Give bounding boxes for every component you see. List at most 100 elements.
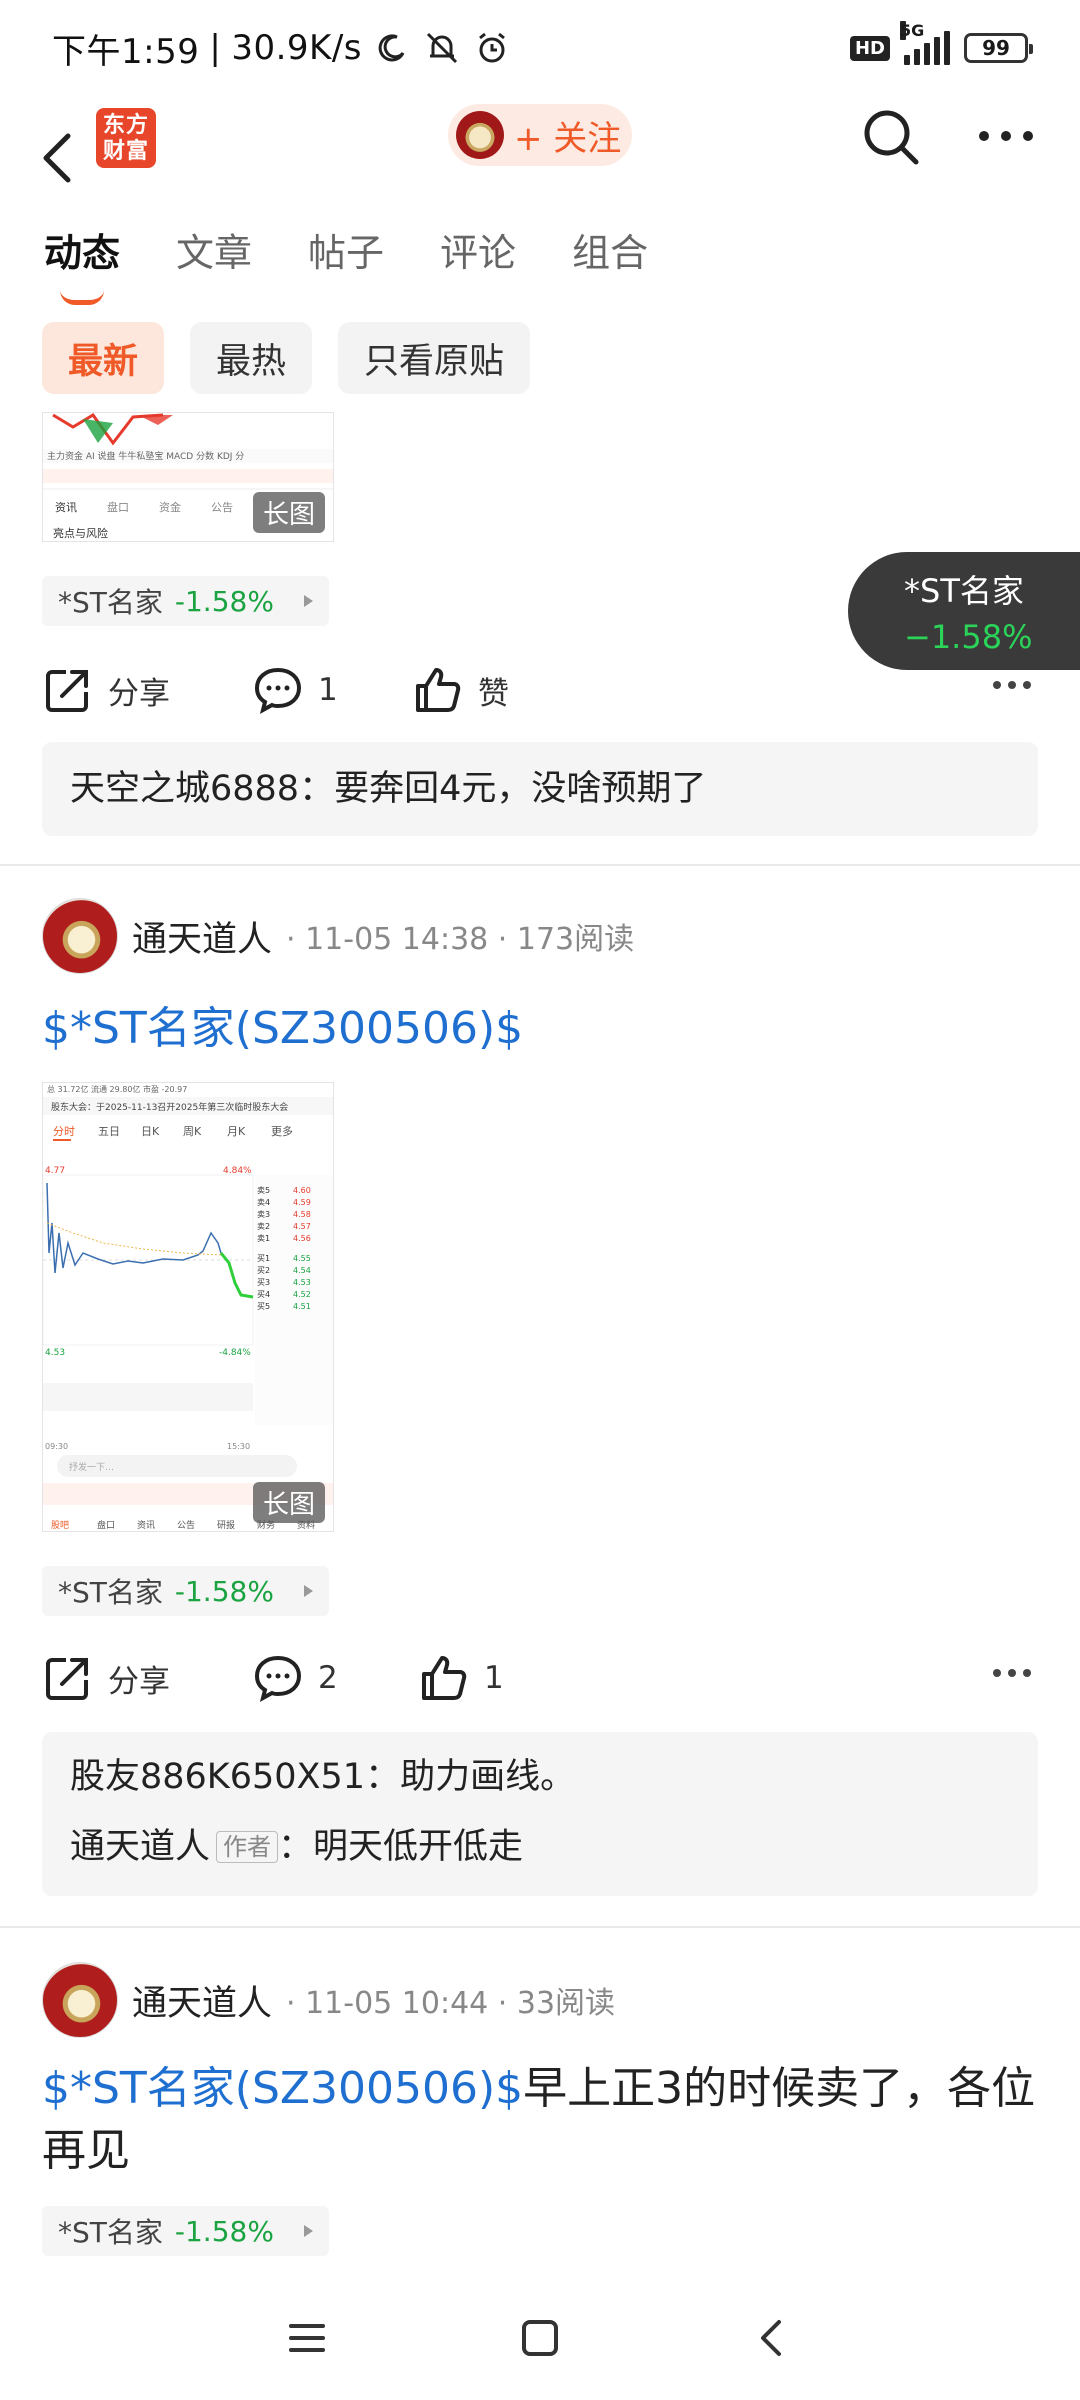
filter-hottest[interactable]: 最热 bbox=[190, 322, 313, 394]
post-more-icon[interactable] bbox=[992, 678, 1032, 692]
svg-text:周K: 周K bbox=[183, 1125, 202, 1138]
divider bbox=[0, 1926, 1080, 1928]
author-badge: 作者 bbox=[216, 1831, 279, 1863]
svg-text:卖3: 卖3 bbox=[257, 1210, 270, 1219]
tab-dynamic[interactable]: 动态 bbox=[44, 222, 120, 305]
like-icon bbox=[416, 668, 461, 712]
comment-user[interactable]: 通天道人 bbox=[70, 1812, 210, 1882]
svg-text:盘口: 盘口 bbox=[107, 500, 129, 514]
svg-text:-4.84%: -4.84% bbox=[219, 1348, 251, 1358]
svg-text:亮点与风险: 亮点与风险 bbox=[53, 526, 108, 540]
avatar[interactable] bbox=[42, 898, 118, 974]
post2-comments[interactable]: 股友886K650X51： 助力画线。 通天道人 作者： 明天低开低走 bbox=[42, 1732, 1038, 1896]
app-logo[interactable]: 东方 财富 bbox=[96, 108, 156, 168]
comment-text: 要奔回4元，没啥预期了 bbox=[334, 769, 707, 809]
network-speed: 30.9K/s bbox=[231, 28, 362, 68]
svg-text:买2: 买2 bbox=[257, 1266, 270, 1275]
svg-text:公告: 公告 bbox=[211, 501, 233, 514]
back-icon[interactable] bbox=[38, 130, 78, 186]
author-name[interactable]: 通天道人 bbox=[132, 911, 272, 962]
svg-text:4.56: 4.56 bbox=[293, 1234, 311, 1243]
filter-latest[interactable]: 最新 bbox=[42, 322, 165, 394]
tab-portfolio[interactable]: 组合 bbox=[572, 222, 648, 277]
svg-text:资讯: 资讯 bbox=[55, 501, 77, 514]
status-right: HD 5G 99 bbox=[849, 21, 1033, 65]
battery-icon: 99 bbox=[964, 33, 1033, 63]
stock-tag[interactable]: *ST名家 -1.58% bbox=[42, 1566, 329, 1616]
tab-comments[interactable]: 评论 bbox=[440, 222, 516, 277]
author-name[interactable]: 通天道人 bbox=[132, 1975, 272, 2026]
post2-header: 通天道人 · 11-05 14:38 · 173阅读 bbox=[42, 898, 634, 974]
post1-actions: 分享 1 赞 bbox=[42, 660, 1042, 720]
like-button[interactable]: 1 bbox=[418, 1652, 504, 1704]
svg-text:09:30: 09:30 bbox=[45, 1442, 68, 1451]
tab-articles[interactable]: 文章 bbox=[176, 222, 252, 277]
svg-text:研报: 研报 bbox=[217, 1519, 235, 1531]
share-button[interactable]: 分享 bbox=[42, 1652, 252, 1704]
svg-text:资金: 资金 bbox=[159, 500, 181, 514]
svg-text:4.53: 4.53 bbox=[293, 1278, 311, 1287]
comment-user[interactable]: 天空之城6888 bbox=[70, 754, 299, 824]
long-image-tag: 长图 bbox=[252, 1482, 325, 1523]
comment-button[interactable]: 1 bbox=[252, 664, 412, 716]
signal-icon: 5G bbox=[900, 21, 950, 65]
more-icon[interactable] bbox=[978, 126, 1034, 146]
post2-image[interactable]: 总 31.72亿 流通 29.80亿 市盈 -20.97 股东大会：于2025-… bbox=[42, 1082, 334, 1532]
comment-text: 明天低开低走 bbox=[313, 1827, 524, 1867]
divider bbox=[0, 864, 1080, 866]
stock-tag[interactable]: *ST名家 -1.58% bbox=[42, 2206, 329, 2256]
post1-comments[interactable]: 天空之城6888： 要奔回4元，没啥预期了 bbox=[42, 742, 1038, 836]
svg-text:卖1: 卖1 bbox=[257, 1234, 270, 1243]
stock-link[interactable]: $*ST名家(SZ300506)$ bbox=[42, 1003, 523, 1054]
profile-tabs: 动态 文章 帖子 评论 组合 bbox=[44, 222, 648, 305]
svg-text:更多: 更多 bbox=[271, 1124, 293, 1138]
stock-link[interactable]: $*ST名家(SZ300506)$ bbox=[42, 2063, 523, 2114]
share-icon bbox=[46, 1658, 88, 1700]
post2-title[interactable]: $*ST名家(SZ300506)$ bbox=[42, 998, 523, 1060]
app-header: 东方 财富 + 关注 bbox=[0, 96, 1080, 216]
menu-icon[interactable] bbox=[283, 2314, 331, 2362]
svg-text:卖5: 卖5 bbox=[257, 1186, 270, 1195]
svg-text:盘口: 盘口 bbox=[97, 1519, 115, 1531]
post1-image[interactable]: 主力资金 AI 说盘 牛牛私塾宝 MACD 分数 KDJ 分 资讯 盘口 资金 … bbox=[42, 412, 334, 542]
moon-icon bbox=[372, 28, 412, 68]
share-icon bbox=[46, 670, 88, 712]
svg-text:4.52: 4.52 bbox=[293, 1290, 311, 1299]
status-time: 下午1:59 bbox=[52, 31, 200, 72]
home-icon[interactable] bbox=[516, 2314, 564, 2362]
svg-text:卖2: 卖2 bbox=[257, 1222, 270, 1231]
search-icon[interactable] bbox=[860, 106, 920, 166]
svg-text:4.58: 4.58 bbox=[293, 1210, 311, 1219]
post3-title[interactable]: $*ST名家(SZ300506)$早上正3的时候卖了，各位再见 bbox=[42, 2058, 1042, 2182]
like-icon bbox=[422, 1656, 467, 1700]
post2-actions: 分享 2 1 bbox=[42, 1648, 1042, 1708]
svg-text:4.59: 4.59 bbox=[293, 1198, 311, 1207]
svg-text:4.51: 4.51 bbox=[293, 1302, 311, 1311]
post-more-icon[interactable] bbox=[992, 1666, 1032, 1680]
svg-text:4.60: 4.60 bbox=[293, 1186, 311, 1195]
follow-button[interactable]: + 关注 bbox=[448, 104, 632, 166]
comment-icon bbox=[254, 667, 302, 714]
svg-text:股东大会：于2025-11-13召开2025年第三次临时股东: 股东大会：于2025-11-13召开2025年第三次临时股东大会 bbox=[51, 1101, 288, 1113]
svg-text:4.55: 4.55 bbox=[293, 1254, 311, 1263]
like-button[interactable]: 赞 bbox=[412, 664, 509, 716]
chevron-right-icon bbox=[303, 1585, 313, 1597]
floating-quote[interactable]: *ST名家 −1.58% bbox=[848, 552, 1080, 670]
svg-text:抒发一下…: 抒发一下… bbox=[69, 1461, 114, 1473]
mute-bell-icon bbox=[422, 28, 462, 68]
svg-text:15:30: 15:30 bbox=[227, 1442, 250, 1451]
system-nav-bar bbox=[0, 2276, 1080, 2400]
comment-button[interactable]: 2 bbox=[252, 1652, 418, 1704]
hd-badge: HD bbox=[849, 35, 890, 61]
share-button[interactable]: 分享 bbox=[42, 664, 252, 716]
stock-tag[interactable]: *ST名家 -1.58% bbox=[42, 576, 329, 626]
comment-icon bbox=[254, 1655, 302, 1702]
long-image-tag: 长图 bbox=[252, 492, 325, 533]
follow-avatar bbox=[456, 111, 504, 159]
back-nav-icon[interactable] bbox=[749, 2314, 797, 2362]
svg-text:买4: 买4 bbox=[257, 1290, 270, 1299]
comment-user[interactable]: 股友886K650X51 bbox=[70, 1742, 365, 1812]
filter-original-only[interactable]: 只看原贴 bbox=[338, 322, 531, 394]
avatar[interactable] bbox=[42, 1962, 118, 2038]
tab-posts[interactable]: 帖子 bbox=[308, 222, 384, 277]
